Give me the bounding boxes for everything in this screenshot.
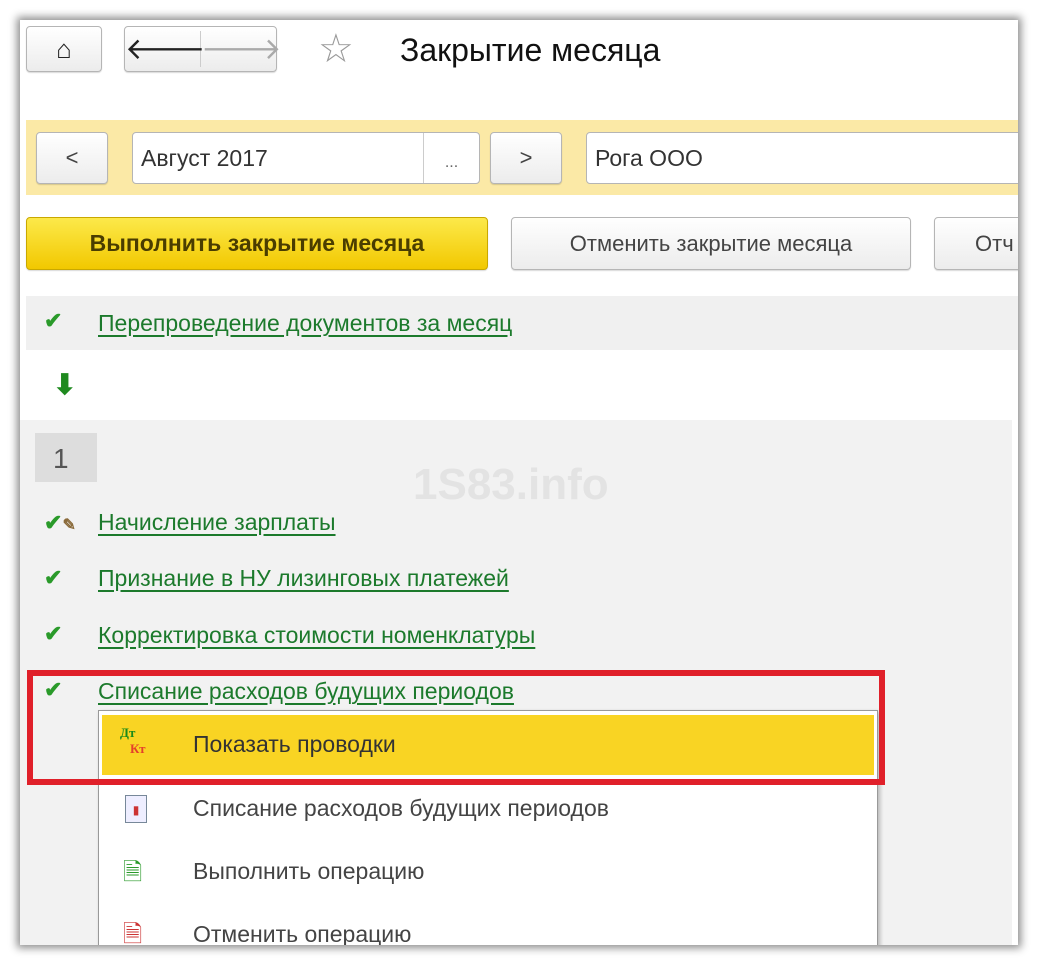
execute-operation-icon: 🗎: [123, 859, 143, 886]
next-period-button[interactable]: >: [490, 132, 562, 184]
home-button[interactable]: ⌂: [26, 26, 102, 72]
check-icon: ✔: [44, 565, 63, 590]
stage-number: 1: [35, 433, 97, 482]
window: ⌂ 🡐 🡒 ☆ Закрытие месяца < Август 2017 ..…: [20, 20, 1018, 945]
menu-item-execute[interactable]: Выполнить операцию: [193, 858, 424, 885]
organization-value: Рога ООО: [595, 145, 703, 171]
home-icon: ⌂: [56, 33, 72, 64]
check-icon: ✔: [44, 308, 63, 333]
menu-item-report[interactable]: Списание расходов будущих периодов: [193, 795, 609, 822]
report-icon: ▮: [125, 795, 147, 823]
organization-field[interactable]: Рога ООО: [586, 132, 1018, 184]
cancel-operation-icon: 🗎: [123, 921, 143, 945]
cancel-closing-button[interactable]: Отменить закрытие месяца: [511, 217, 911, 270]
star-icon[interactable]: ☆: [318, 26, 354, 72]
check-icon: ✔: [44, 621, 63, 646]
reposting-link[interactable]: Перепроведение документов за месяц: [98, 310, 512, 337]
prev-period-button[interactable]: <: [36, 132, 108, 184]
forward-button[interactable]: 🡒: [201, 31, 281, 67]
run-closing-button[interactable]: Выполнить закрытие месяца: [26, 217, 488, 270]
arrow-down-icon: ⬇: [53, 369, 77, 400]
watermark: 1S83.info: [413, 460, 609, 509]
check-edit-icon: ✔✎: [44, 510, 76, 535]
step-link[interactable]: Начисление зарплаты: [98, 509, 336, 536]
period-value: Август 2017: [141, 145, 268, 171]
nav-group: 🡐 🡒: [124, 26, 281, 72]
highlight-frame: [27, 670, 885, 785]
report-button[interactable]: Отч: [934, 217, 1018, 270]
page-title: Закрытие месяца: [400, 32, 661, 68]
menu-item-cancel[interactable]: Отменить операцию: [193, 921, 411, 945]
step-link[interactable]: Корректировка стоимости номенклатуры: [98, 622, 535, 649]
back-button[interactable]: 🡐: [125, 31, 205, 67]
period-select-button[interactable]: ...: [423, 133, 479, 183]
step-link[interactable]: Признание в НУ лизинговых платежей: [98, 565, 509, 592]
period-field[interactable]: Август 2017 ...: [132, 132, 480, 184]
